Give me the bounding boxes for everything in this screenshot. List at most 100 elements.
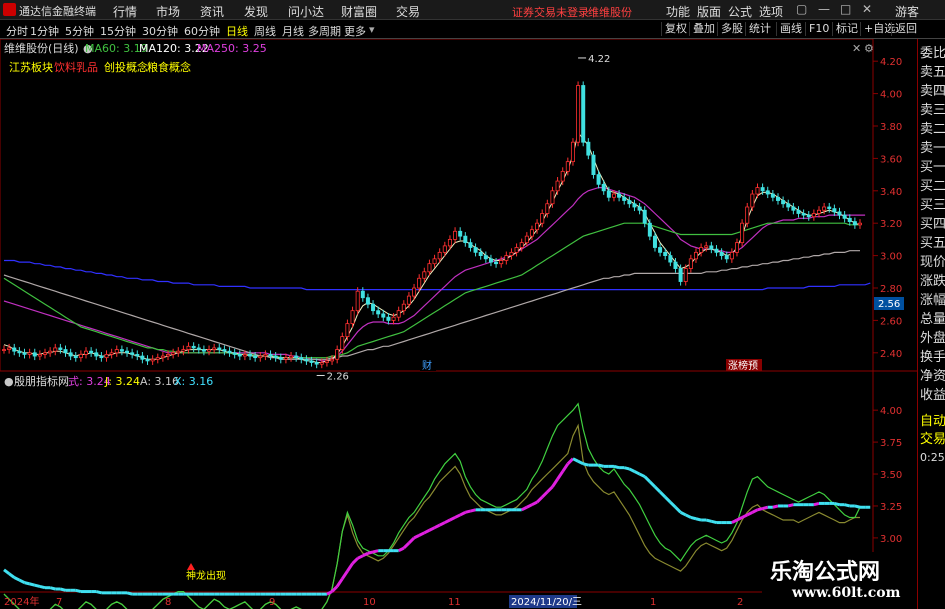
window-minimize-icon[interactable]: — <box>818 2 830 16</box>
candle-body-153 <box>786 203 791 208</box>
candle-body-69 <box>355 290 360 312</box>
annot-label-1: 2.26 <box>327 371 349 382</box>
sub-x-seg-7 <box>34 583 41 588</box>
concept-jiangsu[interactable]: 江苏板块 <box>9 60 53 74</box>
rp-trade[interactable]: 交易 <box>920 431 945 449</box>
rp-buy1[interactable]: 买一 <box>920 159 945 177</box>
tool-biaoji[interactable]: 标记 <box>832 22 861 36</box>
rp-sell2[interactable]: 卖二 <box>920 121 945 139</box>
period-monthly[interactable]: 月线 <box>282 23 304 39</box>
tool-f10[interactable]: F10 <box>805 22 832 36</box>
candle-body-53 <box>273 355 278 359</box>
event-zhangbang[interactable]: 涨榜预 <box>728 359 758 372</box>
candle-body-160 <box>822 206 827 211</box>
x-cursor-date: 2024/11/20/三 <box>511 597 582 608</box>
menu-gongshi[interactable]: 公式 <box>728 3 752 20</box>
candle-body-79 <box>406 295 411 305</box>
menu-xuanxiang[interactable]: 选项 <box>759 3 783 20</box>
rp-volume[interactable]: 总量 <box>920 311 945 329</box>
window-maximize-icon[interactable]: □ <box>840 2 851 16</box>
candle-body-118 <box>606 190 611 198</box>
rp-sell1[interactable]: 卖一 <box>920 140 945 158</box>
candle-body-127 <box>652 235 657 248</box>
candle-body-135 <box>693 251 698 260</box>
rp-buy4[interactable]: 买四 <box>920 216 945 234</box>
menu-gongneng[interactable]: 功能 <box>666 3 690 20</box>
candle-body-154 <box>791 206 796 211</box>
menu-caifuquan[interactable]: 财富圈 <box>341 3 377 20</box>
ma250-label: MA250: 3.25 <box>197 42 267 55</box>
candle-body-26 <box>135 354 140 357</box>
rp-turnover[interactable]: 换手 <box>920 349 945 367</box>
menu-zixun[interactable]: 资讯 <box>200 3 224 20</box>
candle-body-161 <box>827 206 832 210</box>
concept-yinliao[interactable]: 饮料乳品 <box>54 60 98 74</box>
period-60min[interactable]: 60分钟 <box>184 23 220 39</box>
rp-weibi[interactable]: 委比 <box>920 45 945 63</box>
candle-body-17 <box>89 350 94 354</box>
period-1min[interactable]: 1分钟 <box>30 23 59 39</box>
candle-body-156 <box>801 213 806 216</box>
period-more[interactable]: 更多 <box>344 23 366 39</box>
period-weekly[interactable]: 周线 <box>254 23 276 39</box>
candle-body-95 <box>488 258 493 263</box>
chart-area[interactable]: 维维股份(日线) ● MA60: 3.19 MA120: 3.22 MA250:… <box>0 39 917 609</box>
menu-jiaoyi[interactable]: 交易 <box>396 3 420 20</box>
rp-sell4[interactable]: 卖四 <box>920 83 945 101</box>
rp-auto[interactable]: 自动 <box>920 413 945 431</box>
period-daily[interactable]: 日线 <box>226 23 248 39</box>
sub-x-seg-25 <box>126 591 133 596</box>
candle-body-39 <box>201 349 206 352</box>
rp-outer[interactable]: 外盘 <box>920 330 945 348</box>
rp-netasset[interactable]: 净资 <box>920 368 945 386</box>
window-close-icon[interactable]: ✕ <box>862 2 872 16</box>
rp-sell5[interactable]: 卖五 <box>920 64 945 82</box>
tool-diejia[interactable]: 叠加 <box>689 22 718 36</box>
menu-hangqing[interactable]: 行情 <box>113 3 137 20</box>
rp-buy5[interactable]: 买五 <box>920 235 945 253</box>
concept-chuangtou[interactable]: 创投概念 <box>104 60 148 74</box>
rp-sell3[interactable]: 卖三 <box>920 102 945 120</box>
signal-label[interactable]: 神龙出现 <box>186 569 226 582</box>
menu-wenxiaoda[interactable]: 问小达 <box>288 3 324 20</box>
rp-buy2[interactable]: 买二 <box>920 178 945 196</box>
rp-change[interactable]: 涨跌 <box>920 273 945 291</box>
tool-back[interactable]: 返回 <box>891 22 920 36</box>
rp-change-pct[interactable]: 涨幅 <box>920 292 945 310</box>
rp-price[interactable]: 现价 <box>920 254 945 272</box>
rp-earnings[interactable]: 收益 <box>920 387 945 405</box>
candle-body-149 <box>765 190 770 195</box>
candle-body-143 <box>734 242 739 253</box>
event-cai[interactable]: 财 <box>422 359 432 372</box>
period-15min[interactable]: 15分钟 <box>100 23 136 39</box>
pane-settings-icon[interactable]: ⚙ <box>864 42 874 55</box>
guest-label[interactable]: 游客 <box>895 3 919 20</box>
period-fenshi[interactable]: 分时 <box>6 23 28 39</box>
candle-body-76 <box>391 316 396 321</box>
tool-huaxian[interactable]: 画线 <box>776 22 805 36</box>
period-30min[interactable]: 30分钟 <box>142 23 178 39</box>
tool-fuquan[interactable]: 复权 <box>661 22 690 36</box>
period-multi[interactable]: 多周期 <box>308 23 341 39</box>
candle-body-93 <box>478 251 483 257</box>
candle-body-49 <box>253 355 258 359</box>
menu-shichang[interactable]: 市场 <box>156 3 180 20</box>
tool-tongji[interactable]: 统计 <box>745 22 774 36</box>
watermark-title: 乐淘公式网 <box>770 559 881 585</box>
concept-liangshi[interactable]: 粮食概念 <box>147 60 191 74</box>
window-restore-icon[interactable]: ▢ <box>796 2 807 16</box>
pane-close-icon[interactable]: ✕ <box>852 42 861 55</box>
period-more-arrow-icon[interactable]: ▾ <box>369 23 375 36</box>
menu-faxian[interactable]: 发现 <box>244 3 268 20</box>
trade-login-notice[interactable]: 证券交易未登录 <box>512 4 589 20</box>
candle-body-33 <box>171 352 176 355</box>
rp-buy3[interactable]: 买三 <box>920 197 945 215</box>
candle-body-68 <box>350 310 355 325</box>
main-ylabel-3: 3.60 <box>880 154 902 165</box>
menu-banmian[interactable]: 版面 <box>697 3 721 20</box>
candle-body-23 <box>119 349 124 352</box>
candle-body-57 <box>294 355 299 359</box>
period-5min[interactable]: 5分钟 <box>65 23 94 39</box>
candle-body-70 <box>360 290 365 299</box>
tool-duogu[interactable]: 多股 <box>717 22 746 36</box>
